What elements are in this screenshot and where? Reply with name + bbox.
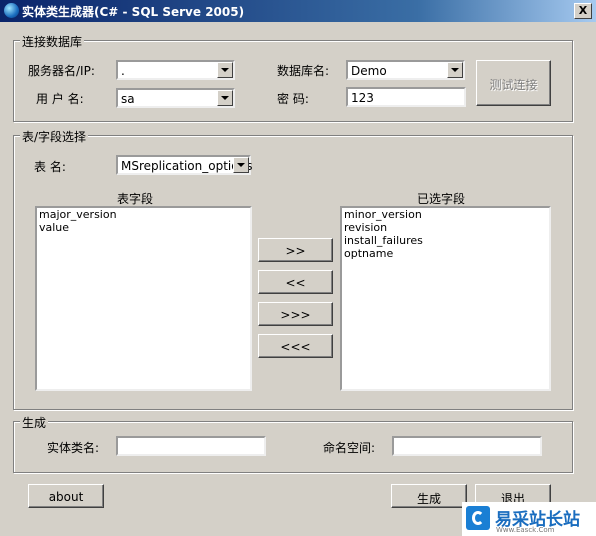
generate-button[interactable]: 生成 bbox=[391, 484, 467, 508]
generate-label: 生成 bbox=[416, 492, 441, 506]
user-combo[interactable]: sa bbox=[116, 88, 235, 108]
close-button[interactable]: X bbox=[574, 3, 592, 19]
table-label: 表 名: bbox=[34, 160, 66, 174]
table-fields-list[interactable]: major_version value bbox=[35, 206, 252, 391]
connection-legend: 连接数据库 bbox=[20, 33, 85, 50]
chevron-down-icon[interactable] bbox=[217, 62, 233, 78]
watermark: 易采站长站 Www.Easck.Com bbox=[462, 502, 596, 536]
user-label: 用 户 名: bbox=[36, 92, 84, 106]
selected-fields-header: 已选字段 bbox=[417, 192, 466, 206]
move-left-button[interactable]: << bbox=[258, 270, 333, 294]
title-bar: 实体类生成器(C# - SQL Serve 2005) X bbox=[0, 0, 596, 22]
test-connection-label: 测试连接 bbox=[489, 78, 538, 92]
password-value: 123 bbox=[351, 91, 374, 105]
window-title: 实体类生成器(C# - SQL Serve 2005) bbox=[22, 5, 245, 19]
namespace-label: 命名空间: bbox=[323, 441, 376, 455]
move-all-left-label: <<< bbox=[280, 340, 311, 354]
chevron-down-icon[interactable] bbox=[217, 90, 233, 106]
list-item[interactable]: value bbox=[37, 221, 250, 234]
move-all-left-button[interactable]: <<< bbox=[258, 334, 333, 358]
about-button[interactable]: about bbox=[28, 484, 104, 508]
test-connection-button[interactable]: 测试连接 bbox=[476, 60, 551, 106]
database-combo[interactable]: Demo bbox=[346, 60, 465, 80]
list-item[interactable]: install_failures bbox=[342, 234, 549, 247]
move-right-button[interactable]: >> bbox=[258, 238, 333, 262]
class-name-label: 实体类名: bbox=[47, 441, 100, 455]
generate-legend: 生成 bbox=[20, 414, 49, 431]
move-right-label: >> bbox=[285, 244, 306, 258]
watermark-sub: Www.Easck.Com bbox=[496, 526, 555, 534]
database-label: 数据库名: bbox=[277, 64, 330, 78]
server-combo[interactable]: . bbox=[116, 60, 235, 80]
table-fields-header: 表字段 bbox=[117, 192, 154, 206]
list-item[interactable]: major_version bbox=[37, 208, 250, 221]
fields-legend: 表/字段选择 bbox=[20, 128, 89, 145]
move-left-label: << bbox=[285, 276, 306, 290]
table-combo[interactable]: MSreplication_options bbox=[116, 155, 252, 175]
database-value: Demo bbox=[351, 64, 387, 78]
chevron-down-icon[interactable] bbox=[233, 157, 249, 173]
selected-fields-list[interactable]: minor_version revision install_failures … bbox=[340, 206, 551, 391]
user-value: sa bbox=[121, 92, 135, 106]
list-item[interactable]: minor_version bbox=[342, 208, 549, 221]
password-field[interactable]: 123 bbox=[346, 87, 466, 107]
password-label: 密 码: bbox=[277, 92, 309, 106]
namespace-field[interactable] bbox=[392, 436, 542, 456]
move-all-right-button[interactable]: >>> bbox=[258, 302, 333, 326]
server-label: 服务器名/IP: bbox=[28, 64, 95, 78]
server-value: . bbox=[121, 64, 125, 78]
class-name-field[interactable] bbox=[116, 436, 266, 456]
app-icon bbox=[4, 3, 19, 18]
chevron-down-icon[interactable] bbox=[447, 62, 463, 78]
list-item[interactable]: revision bbox=[342, 221, 549, 234]
move-all-right-label: >>> bbox=[280, 308, 311, 322]
watermark-logo-icon bbox=[466, 506, 490, 530]
about-label: about bbox=[48, 490, 84, 504]
list-item[interactable]: optname bbox=[342, 247, 549, 260]
